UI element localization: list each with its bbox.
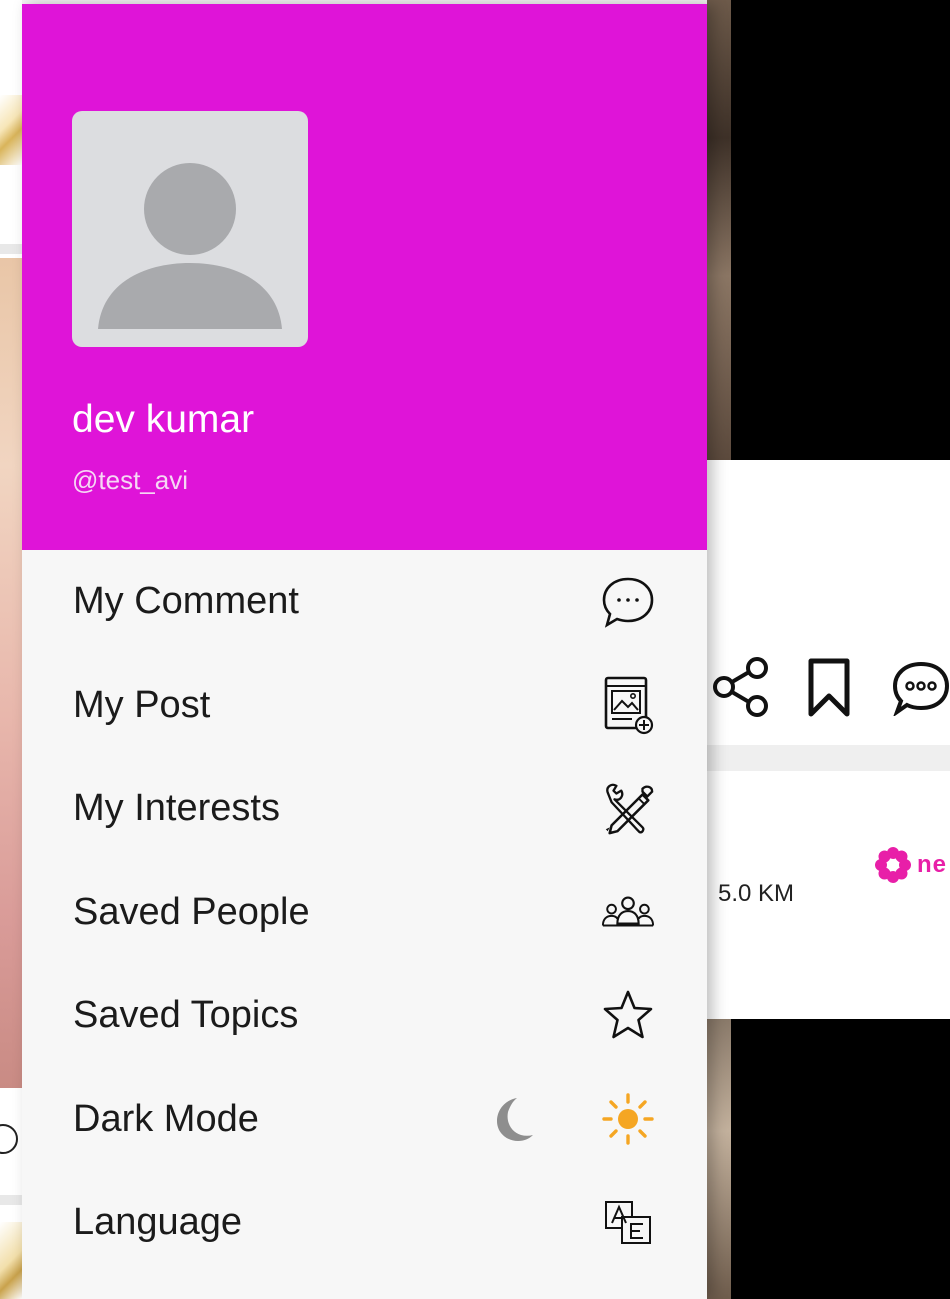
background-photo-fragment [0, 258, 22, 1088]
background-video-bottom[interactable] [707, 1019, 950, 1299]
menu-item-saved-people[interactable]: Saved People [22, 861, 707, 965]
menu-item-label: Saved Topics [73, 994, 299, 1037]
background-divider [707, 745, 950, 771]
background-video-edge [707, 0, 731, 460]
background-image-fragment [0, 95, 22, 165]
share-icon[interactable] [711, 656, 771, 718]
menu-item-language[interactable]: Language [22, 1171, 707, 1275]
menu-item-label: My Interests [73, 787, 280, 830]
menu-item-my-post[interactable]: My Post [22, 654, 707, 758]
comment-icon [600, 574, 656, 630]
menu-item-my-interests[interactable]: My Interests [22, 757, 707, 861]
distance-label: 5.0 KM [718, 880, 795, 907]
profile-header: dev kumar @test_avi [22, 4, 707, 550]
background-divider [0, 1195, 22, 1205]
bookmark-icon[interactable] [806, 658, 852, 718]
brand-text: ne [917, 851, 948, 878]
sun-icon[interactable] [600, 1091, 656, 1147]
star-icon [600, 988, 656, 1044]
interests-icon [600, 781, 656, 837]
navigation-drawer: dev kumar @test_avi My Comment My Post M… [22, 4, 707, 1299]
menu-item-label: My Comment [73, 580, 299, 623]
background-divider [0, 244, 22, 254]
menu-item-my-comment[interactable]: My Comment [22, 550, 707, 654]
screen: 5.0 KM ne dev kumar @test_avi My Comment… [0, 0, 950, 1299]
menu-item-saved-topics[interactable]: Saved Topics [22, 964, 707, 1068]
flower-icon [875, 847, 911, 883]
menu-item-dark-mode[interactable]: Dark Mode [22, 1068, 707, 1172]
people-icon [600, 884, 656, 940]
avatar[interactable] [72, 111, 308, 347]
post-icon [600, 676, 656, 735]
menu-item-label: Language [73, 1201, 243, 1244]
menu-item-label: My Post [73, 683, 211, 726]
user-name: dev kumar [72, 398, 255, 441]
menu-item-label: Saved People [73, 890, 310, 933]
background-video-top[interactable] [707, 0, 950, 460]
comment-action-icon[interactable] [893, 660, 950, 716]
language-icon [600, 1195, 656, 1251]
background-video-edge [707, 1019, 731, 1299]
brand-logo: ne [873, 845, 947, 885]
drawer-menu: My Comment My Post My Interests Saved Pe… [22, 550, 707, 1275]
avatar-placeholder-icon [98, 163, 282, 329]
user-handle: @test_avi [72, 465, 188, 495]
background-image-fragment [0, 1222, 22, 1299]
menu-item-label: Dark Mode [73, 1097, 259, 1140]
moon-icon[interactable] [484, 1091, 540, 1147]
